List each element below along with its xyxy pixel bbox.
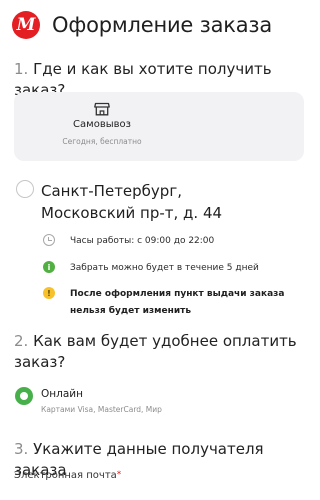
email-label-text: Электронная почта [14, 470, 117, 481]
brand-logo[interactable]: М [12, 11, 40, 39]
payment-online-label[interactable]: Онлайн [41, 388, 83, 400]
brand-logo-letter: М [16, 15, 36, 35]
clock-icon [43, 234, 55, 246]
header: М Оформление заказа [12, 10, 312, 40]
delivery-method-card: Самовывоз Сегодня, бесплатно [14, 92, 304, 161]
warning-icon: ! [43, 287, 55, 299]
step-2-title: Как вам будет удобнее оплатить заказ? [14, 332, 297, 371]
pickup-option-title: Самовывоз [73, 119, 131, 130]
address-line-city: Санкт-Петербург, [41, 182, 182, 200]
check-circle-icon: i [43, 261, 55, 273]
required-asterisk: * [116, 470, 122, 480]
pickup-point-address[interactable]: Санкт-Петербург, Московский пр-т, д. 44 [41, 180, 301, 224]
address-line-street: Московский пр-т, д. 44 [41, 204, 223, 222]
opening-hours-row: Часы работы: с 09:00 до 22:00 [43, 233, 305, 250]
step-3-number: 3. [14, 440, 29, 458]
payment-online-radio[interactable] [15, 387, 33, 405]
shop-icon [94, 102, 110, 116]
payment-online-sublabel: Картами Visa, MasterCard, Мир [41, 405, 162, 414]
pickup-window-text: Забрать можно будет в течение 5 дней [70, 263, 259, 273]
pickup-option-subtitle: Сегодня, бесплатно [62, 137, 142, 146]
page-title: Оформление заказа [52, 13, 273, 37]
email-field-label: Электронная почта* [14, 470, 121, 481]
pickup-option[interactable]: Самовывоз Сегодня, бесплатно [58, 100, 146, 156]
opening-hours-text: Часы работы: с 09:00 до 22:00 [70, 236, 215, 246]
step-1-number: 1. [14, 60, 29, 78]
pickup-warning-text: После оформления пункт выдачи заказа нел… [70, 289, 285, 316]
pickup-window-row: i Забрать можно будет в течение 5 дней [43, 260, 305, 277]
step-2-heading: 2. Как вам будет удобнее оплатить заказ? [14, 331, 306, 373]
pickup-warning-row: ! После оформления пункт выдачи заказа н… [43, 286, 305, 320]
pickup-point-radio[interactable] [16, 180, 34, 198]
step-2-number: 2. [14, 332, 29, 350]
